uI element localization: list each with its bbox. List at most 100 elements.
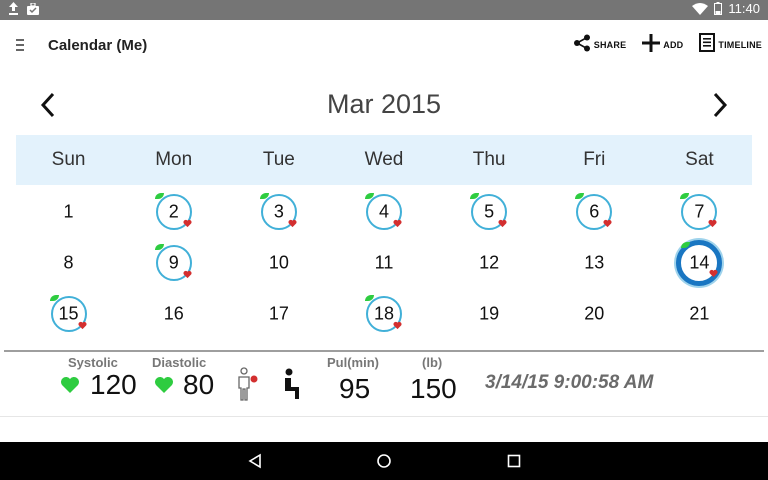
day-number: 15 xyxy=(58,303,79,323)
calendar-day[interactable]: 20 xyxy=(542,288,647,339)
day-number: 18 xyxy=(373,303,394,323)
day-number: 1 xyxy=(63,201,74,221)
heart-icon xyxy=(155,377,173,393)
share-icon xyxy=(573,34,591,57)
heart-icon xyxy=(183,219,192,227)
heart-icon xyxy=(603,219,612,227)
calendar-day[interactable]: 11 xyxy=(331,237,436,288)
calendar-day[interactable]: 10 xyxy=(226,237,331,288)
calendar-day[interactable]: 7 xyxy=(647,186,752,237)
share-label: SHARE xyxy=(593,40,627,50)
day-number: 10 xyxy=(268,252,289,272)
weight-value: 150 xyxy=(410,373,457,404)
diastolic-value: 80 xyxy=(183,369,215,400)
heart-icon xyxy=(709,269,718,277)
weekday-label: Tue xyxy=(262,149,295,170)
day-number: 3 xyxy=(273,201,284,221)
chevron-right-icon xyxy=(713,92,728,118)
day-number: 11 xyxy=(374,252,394,272)
day-number: 20 xyxy=(584,303,605,323)
weekday-header: Sun Mon Tue Wed Thu Fri Sat xyxy=(16,135,752,185)
calendar-grid: 1 2 3 4 5 6 7 8 9 10 11 12 13 14 15 16 17 18 19 20 21 xyxy=(16,186,752,339)
weekday-label: Thu xyxy=(472,149,506,170)
month-title: Mar 2015 xyxy=(326,89,442,119)
navigation-bar xyxy=(0,442,768,480)
calendar-day[interactable]: 19 xyxy=(437,288,542,339)
status-bar: 11:40 xyxy=(0,0,768,20)
day-number: 16 xyxy=(163,303,184,323)
heart-icon xyxy=(708,219,717,227)
share-button[interactable]: SHARE xyxy=(573,34,627,57)
day-number: 17 xyxy=(268,303,289,323)
heart-icon xyxy=(288,219,297,227)
seated-person-icon xyxy=(280,368,304,405)
weekday-label: Sun xyxy=(51,149,86,170)
calendar-day[interactable]: 2 xyxy=(121,186,226,237)
briefcase-icon xyxy=(27,2,39,15)
pulse-label: Pul(min) xyxy=(327,355,379,370)
calendar-week: 15 16 17 18 19 20 21 xyxy=(16,288,752,339)
heart-icon xyxy=(61,377,79,393)
timeline-button[interactable]: TIMELINE xyxy=(699,33,762,57)
menu-icon[interactable] xyxy=(16,39,28,51)
page-title: Calendar (Me) xyxy=(48,37,148,54)
calendar-day-selected[interactable]: 14 xyxy=(647,237,752,288)
calendar-day[interactable]: 4 xyxy=(331,186,436,237)
day-number: 5 xyxy=(484,201,495,221)
calendar-week: 8 9 10 11 12 13 14 xyxy=(16,237,752,288)
heart-icon xyxy=(393,219,402,227)
month-header: Mar 2015 xyxy=(0,80,768,130)
weekday-label: Fri xyxy=(583,149,606,170)
calendar-day[interactable]: 21 xyxy=(647,288,752,339)
timeline-label: TIMELINE xyxy=(718,40,762,50)
weekday-label: Wed xyxy=(364,149,404,170)
calendar-day[interactable]: 1 xyxy=(16,186,121,237)
weekday-label: Sat xyxy=(685,149,714,170)
calendar-week: 1 2 3 4 5 6 7 xyxy=(16,186,752,237)
day-number: 7 xyxy=(694,201,705,221)
day-number: 19 xyxy=(479,303,500,323)
day-number: 2 xyxy=(168,201,179,221)
heart-icon xyxy=(78,321,87,329)
heart-icon xyxy=(498,219,507,227)
add-button[interactable]: ADD xyxy=(642,33,684,57)
heart-icon xyxy=(393,321,402,329)
calendar-day[interactable]: 12 xyxy=(437,237,542,288)
wifi-icon xyxy=(692,2,709,15)
heart-icon xyxy=(183,270,192,278)
divider xyxy=(4,350,764,352)
calendar-day[interactable]: 6 xyxy=(542,186,647,237)
battery-icon xyxy=(714,2,723,15)
status-time: 11:40 xyxy=(728,1,760,16)
calendar-day[interactable]: 3 xyxy=(226,186,331,237)
day-number: 8 xyxy=(63,252,74,272)
day-number: 9 xyxy=(168,252,179,272)
back-icon[interactable] xyxy=(247,453,263,469)
upload-icon xyxy=(8,2,19,15)
day-number: 6 xyxy=(589,201,600,221)
calendar-day[interactable]: 16 xyxy=(121,288,226,339)
diastolic-label: Diastolic xyxy=(152,355,207,370)
calendar-day[interactable]: 9 xyxy=(121,237,226,288)
calendar-day[interactable]: 18 xyxy=(331,288,436,339)
pulse-value: 95 xyxy=(339,373,371,404)
calendar-day[interactable]: 17 xyxy=(226,288,331,339)
calendar-day[interactable]: 15 xyxy=(16,288,121,339)
next-month-button[interactable] xyxy=(704,90,734,120)
day-number: 13 xyxy=(584,252,605,272)
home-icon[interactable] xyxy=(376,453,392,469)
add-label: ADD xyxy=(663,40,684,50)
calendar-day[interactable]: 5 xyxy=(437,186,542,237)
systolic-value: 120 xyxy=(90,369,137,400)
day-number: 4 xyxy=(378,201,389,221)
recents-icon[interactable] xyxy=(506,453,522,469)
reading-summary[interactable]: Systolic 120 Diastolic 80 Pul(min) 95 (l… xyxy=(0,353,768,415)
reading-timestamp: 3/14/15 9:00:58 AM xyxy=(485,372,654,393)
weight-label: (lb) xyxy=(422,355,443,370)
day-number: 12 xyxy=(479,252,500,272)
weekday-label: Mon xyxy=(155,149,193,170)
calendar-day[interactable]: 13 xyxy=(542,237,647,288)
calendar-day[interactable]: 8 xyxy=(16,237,121,288)
body-position-icon xyxy=(234,367,260,406)
timeline-icon xyxy=(699,33,716,57)
